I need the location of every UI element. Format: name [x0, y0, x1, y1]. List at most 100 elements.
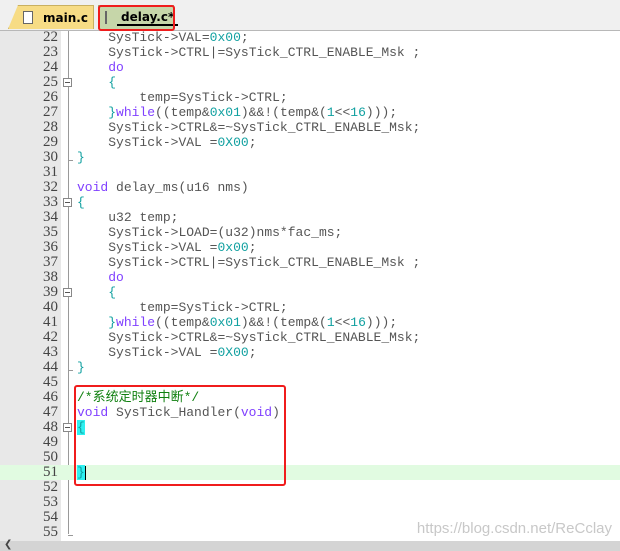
code-line[interactable]: 35 SysTick->LOAD=(u32)nms*fac_ms;: [0, 225, 620, 241]
code-token: VAL: [178, 345, 202, 360]
code-text: SysTick->CTRL|=SysTick_CTRL_ENABLE_Msk ;: [77, 255, 420, 270]
code-token: ;: [279, 300, 288, 315]
code-token: temp: [279, 315, 312, 330]
text-cursor: [84, 465, 86, 480]
scroll-left-icon[interactable]: ❮: [4, 539, 12, 550]
code-token: CTRL: [178, 255, 210, 270]
code-line[interactable]: 50: [0, 450, 620, 465]
fold-collapse-icon[interactable]: [63, 423, 72, 432]
code-line[interactable]: 53: [0, 495, 620, 510]
code-line[interactable]: 40 temp=SysTick->CTRL;: [0, 300, 620, 316]
code-token: -: [162, 330, 171, 345]
code-text: }while((temp&0x01)&&!(temp&(1<<16)));: [77, 105, 397, 120]
code-token: CTRL: [248, 300, 280, 315]
code-token: SysTick_CTRL_ENABLE_Msk: [233, 120, 413, 135]
comment: /*系统定时器中断*/: [77, 390, 200, 405]
line-number: 42: [43, 329, 58, 345]
code-token: -: [162, 255, 171, 270]
code-line[interactable]: 34 u32 temp;: [0, 209, 620, 226]
brace-match: {: [77, 420, 85, 435]
brace: {: [77, 195, 85, 210]
line-number: 24: [43, 59, 58, 75]
code-token: while: [116, 315, 156, 330]
code-line[interactable]: 31: [0, 165, 620, 180]
code-text: SysTick->CTRL&=~SysTick_CTRL_ENABLE_Msk;: [77, 330, 420, 345]
code-line[interactable]: 41 }while((temp&0x01)&&!(temp&(1<<16)));: [0, 314, 620, 331]
code-token: delay_ms: [116, 180, 179, 195]
code-text: {: [77, 420, 85, 435]
code-token: -: [162, 120, 171, 135]
code-token: SysTick: [108, 135, 163, 150]
fold-end-marker: [68, 370, 73, 371]
code-line[interactable]: 23 SysTick->CTRL|=SysTick_CTRL_ENABLE_Ms…: [0, 45, 620, 61]
fold-collapse-icon[interactable]: [63, 198, 72, 207]
code-token: VAL: [178, 30, 202, 45]
code-line[interactable]: 25 {: [0, 75, 620, 91]
code-token: 16: [350, 315, 366, 330]
code-token: nms: [217, 180, 241, 195]
code-token: temp: [170, 315, 202, 330]
code-token: SysTick: [108, 225, 163, 240]
code-line[interactable]: 42 SysTick->CTRL&=~SysTick_CTRL_ENABLE_M…: [0, 329, 620, 346]
line-number: 37: [43, 254, 58, 270]
code-line[interactable]: 51}: [0, 465, 620, 480]
code-token: SysTick_Handler: [116, 405, 234, 420]
line-number: 44: [43, 359, 58, 375]
fold-end-marker: [68, 535, 73, 536]
line-number: 43: [43, 344, 58, 360]
code-line[interactable]: 45: [0, 375, 620, 390]
code-line[interactable]: 24 do: [0, 59, 620, 76]
line-number: 33: [43, 194, 58, 210]
code-line[interactable]: 39 {: [0, 285, 620, 301]
code-line[interactable]: 29 SysTick->VAL =0X00;: [0, 135, 620, 151]
code-token: temp: [139, 90, 171, 105]
code-line[interactable]: 28 SysTick->CTRL&=~SysTick_CTRL_ENABLE_M…: [0, 120, 620, 136]
line-number: 41: [43, 314, 58, 330]
line-number: 49: [43, 434, 58, 450]
fold-collapse-icon[interactable]: [63, 288, 72, 297]
code-token: 0x01: [209, 105, 241, 120]
tab-delay-c[interactable]: delay.c*: [98, 5, 179, 29]
code-token: (: [162, 105, 171, 120]
horizontal-scrollbar[interactable]: ❮: [0, 539, 620, 551]
code-line[interactable]: 37 SysTick->CTRL|=SysTick_CTRL_ENABLE_Ms…: [0, 254, 620, 271]
code-text: {: [77, 195, 85, 210]
code-line[interactable]: 49: [0, 435, 620, 450]
fold-collapse-icon[interactable]: [63, 78, 72, 87]
code-token: -: [162, 30, 171, 45]
code-token: nms: [256, 225, 280, 240]
code-line[interactable]: 52: [0, 480, 620, 495]
code-line[interactable]: 30}: [0, 150, 620, 166]
code-token: (: [272, 315, 280, 330]
code-line[interactable]: 46 /*系统定时器中断*/: [0, 390, 620, 406]
code-line[interactable]: 44}: [0, 359, 620, 376]
code-line[interactable]: 33 {: [0, 194, 620, 211]
code-token: ~: [225, 120, 234, 135]
code-token: ;: [334, 225, 343, 240]
code-line[interactable]: 38 do: [0, 270, 620, 286]
code-line[interactable]: 27 }while((temp&0x01)&&!(temp&(1<<16)));: [0, 105, 620, 121]
code-token: (: [319, 315, 327, 330]
code-text: {: [77, 75, 116, 90]
code-line[interactable]: 36 SysTick->VAL =0x00;: [0, 240, 620, 256]
code-line[interactable]: 48 {: [0, 420, 620, 435]
code-line[interactable]: 32 void delay_ms(u16 nms): [0, 180, 620, 196]
code-line[interactable]: 47 void SysTick_Handler(void): [0, 405, 620, 421]
code-token: -: [162, 240, 171, 255]
line-number: 34: [43, 209, 58, 225]
code-line[interactable]: 26 temp=SysTick->CTRL;: [0, 90, 620, 106]
tab-main-c[interactable]: main.c: [8, 5, 94, 29]
code-token: &: [201, 105, 210, 120]
code-line[interactable]: 43 SysTick->VAL =0X00;: [0, 344, 620, 361]
tab-label: delay.c*: [117, 10, 179, 26]
code-line[interactable]: 22 SysTick->VAL=0x00;: [0, 30, 620, 46]
line-number: 53: [43, 494, 58, 510]
